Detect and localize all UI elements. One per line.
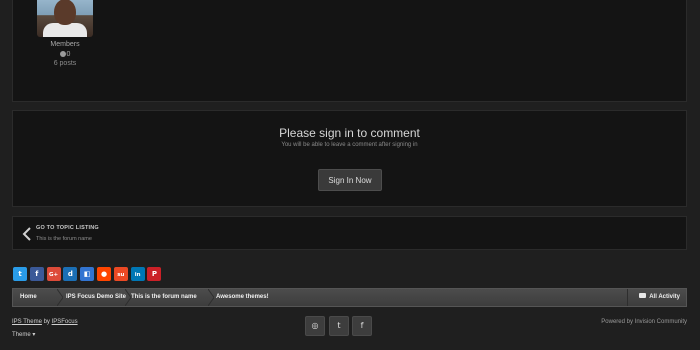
instagram-icon: ◎ xyxy=(311,321,319,330)
facebook-icon: f xyxy=(35,270,39,278)
footer-facebook-button[interactable]: f xyxy=(352,316,372,336)
breadcrumb: Home IPS Focus Demo Site This is the for… xyxy=(12,288,687,307)
footer-instagram-button[interactable]: ◎ xyxy=(305,316,325,336)
breadcrumb-topic: Awesome themes! xyxy=(216,294,269,300)
theme-link[interactable]: IPS Theme xyxy=(12,319,42,325)
caret-down-icon: ▾ xyxy=(32,332,36,338)
post-author-panel: Members 0 6 posts xyxy=(12,0,687,102)
all-activity-label: All Activity xyxy=(649,294,680,300)
facebook-icon: f xyxy=(360,321,364,330)
google-plus-share-button[interactable]: G+ xyxy=(46,267,61,281)
avatar[interactable] xyxy=(37,0,93,37)
linkedin-icon: in xyxy=(134,272,141,278)
facebook-share-button[interactable]: f xyxy=(29,267,44,281)
footer-twitter-button[interactable]: t xyxy=(329,316,349,336)
signin-subtitle: You will be able to leave a comment afte… xyxy=(281,142,418,148)
theme-credit: IPS Theme by IPSFocus xyxy=(12,319,78,325)
reputation-value: 0 xyxy=(66,51,71,58)
powered-by-link[interactable]: Powered by Invision Community xyxy=(601,319,687,325)
theme-selector-label: Theme xyxy=(12,332,31,338)
pinterest-icon: P xyxy=(151,270,157,278)
twitter-icon: t xyxy=(337,321,341,330)
folder-icon xyxy=(639,293,647,298)
topic-listing-link[interactable]: GO TO TOPIC LISTING This is the forum na… xyxy=(12,216,687,250)
google-plus-icon: G+ xyxy=(49,272,59,278)
delicious-share-button[interactable]: ◧ xyxy=(80,267,95,281)
signin-title: Please sign in to comment xyxy=(279,126,420,140)
topic-listing-label: GO TO TOPIC LISTING xyxy=(36,225,99,231)
theme-author-link[interactable]: IPSFocus xyxy=(52,319,78,325)
avatar-shirt xyxy=(43,23,87,37)
avatar-face xyxy=(54,0,76,25)
theme-by-text: by xyxy=(41,319,52,325)
breadcrumb-separator-icon xyxy=(208,289,214,306)
breadcrumb-site[interactable]: IPS Focus Demo Site xyxy=(66,289,126,306)
stumbleupon-share-button[interactable]: su xyxy=(113,267,128,281)
delicious-icon: ◧ xyxy=(83,270,91,278)
linkedin-share-button[interactable]: in xyxy=(130,267,145,281)
twitter-icon: t xyxy=(18,270,22,278)
breadcrumb-separator-icon xyxy=(57,289,63,306)
reputation-dot-icon xyxy=(59,51,66,57)
breadcrumb-home[interactable]: Home xyxy=(20,289,37,306)
digg-icon: d xyxy=(67,270,73,278)
pinterest-share-button[interactable]: P xyxy=(147,267,162,281)
topic-forum-name: This is the forum name xyxy=(36,236,92,242)
post-count: 6 posts xyxy=(53,60,77,67)
chevron-left-icon xyxy=(22,227,31,241)
digg-share-button[interactable]: d xyxy=(63,267,78,281)
reputation-badge: 0 xyxy=(37,51,93,58)
member-group: Members xyxy=(50,41,80,48)
reddit-share-button[interactable]: ● xyxy=(97,267,111,281)
theme-selector[interactable]: Theme ▾ xyxy=(12,331,35,338)
breadcrumb-forum[interactable]: This is the forum name xyxy=(131,289,197,306)
sign-in-button[interactable]: Sign In Now xyxy=(318,169,382,191)
signin-panel: Please sign in to comment You will be ab… xyxy=(12,110,687,207)
all-activity-link[interactable]: All Activity xyxy=(639,289,680,306)
stumbleupon-icon: su xyxy=(117,272,125,278)
twitter-share-button[interactable]: t xyxy=(13,267,27,281)
reddit-icon: ● xyxy=(100,270,108,278)
activity-divider xyxy=(627,289,628,306)
